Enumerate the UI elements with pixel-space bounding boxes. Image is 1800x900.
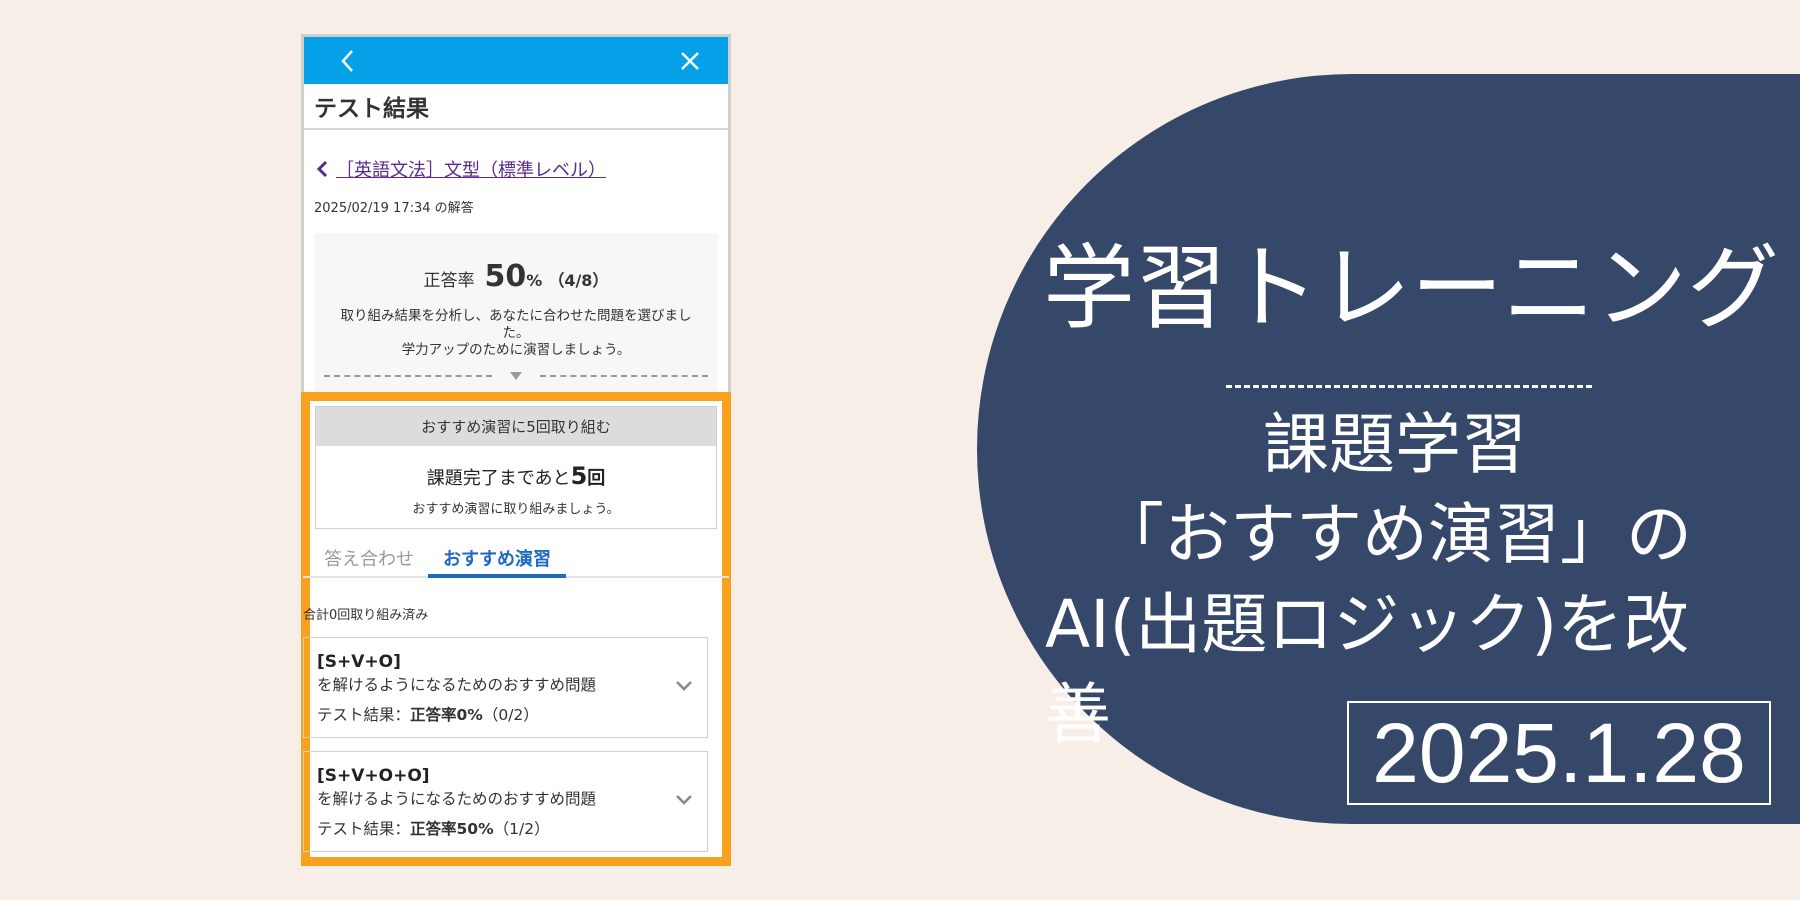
release-date: 2025.1.28 <box>1347 701 1771 805</box>
question-desc: を解けるようになるためのおすすめ問題 <box>317 790 597 808</box>
task-card: おすすめ演習に5回取り組む 課題完了まであと5回 おすすめ演習に取り組みましょう… <box>315 406 717 529</box>
result-value: 正答率50% <box>410 820 494 838</box>
close-button[interactable] <box>670 37 710 84</box>
result-count: （1/2） <box>493 820 550 838</box>
question-desc: を解けるようになるためのおすすめ問題 <box>317 676 597 694</box>
divider <box>324 371 708 381</box>
question-result: テスト結果：正答率50%（1/2） <box>317 817 707 839</box>
task-note: おすすめ演習に取り組みましょう。 <box>412 502 620 517</box>
total-done: 合計0回取り組み済み <box>303 608 429 623</box>
result-label: テスト結果： <box>317 706 411 724</box>
triangle-down-icon <box>510 372 522 380</box>
task-remaining-prefix: 課題完了まであと <box>426 468 571 489</box>
question-result: テスト結果：正答率0%（0/2） <box>317 703 707 725</box>
task-remaining-num: 5 <box>570 462 588 490</box>
breadcrumb: ［英語文法］文型（標準レベル） <box>316 157 728 181</box>
score-value: 50 <box>484 259 527 294</box>
hero-title: 学習トレーニング <box>1043 235 1780 342</box>
score-unit: % <box>526 271 543 290</box>
hero-sub-line2: 「おすすめ演習」の <box>1098 496 1692 573</box>
result-label: テスト結果： <box>317 820 411 838</box>
chevron-down-icon[interactable] <box>675 794 693 806</box>
app-top-bar <box>304 37 728 84</box>
screen-title: テスト結果 <box>304 84 728 130</box>
answered-timestamp: 2025/02/19 17:34 の解答 <box>314 201 474 216</box>
chevron-down-icon[interactable] <box>675 680 693 692</box>
tab-recommended[interactable]: おすすめ演習 <box>428 542 566 578</box>
close-icon <box>681 51 699 70</box>
hero-sub-line1: 課題学習 <box>1263 406 1527 483</box>
score-line: 正答率 50 % （4/8） <box>314 233 718 294</box>
tab-answer-check[interactable]: 答え合わせ <box>310 542 428 576</box>
tab-bar: 答え合わせ おすすめ演習 <box>303 542 729 578</box>
result-value: 正答率0% <box>410 706 483 724</box>
question-title: [S+V+O+O] <box>317 766 430 786</box>
chevron-left-icon <box>316 160 328 178</box>
highlight-panel: おすすめ演習に5回取り組む 課題完了まであと5回 おすすめ演習に取り組みましょう… <box>301 392 731 866</box>
result-count: （0/2） <box>482 706 539 724</box>
task-remaining-unit: 回 <box>587 468 606 489</box>
score-count: （4/8） <box>548 271 609 290</box>
score-summary: 正答率 50 % （4/8） 取り組み結果を分析し、あなたに合わせた問題を選びま… <box>314 233 718 403</box>
question-card[interactable]: [S+V+O+O] を解けるようになるためのおすすめ問題 テスト結果：正答率50… <box>303 751 708 852</box>
back-button[interactable] <box>328 37 368 84</box>
task-remaining: 課題完了まであと5回 <box>316 462 716 490</box>
score-label: 正答率 <box>423 271 475 291</box>
chevron-left-icon <box>341 49 353 72</box>
task-header: おすすめ演習に5回取り組む <box>316 407 716 446</box>
question-card[interactable]: [S+V+O] を解けるようになるためのおすすめ問題 テスト結果：正答率0%（0… <box>303 637 708 738</box>
hero-divider <box>1226 385 1592 388</box>
question-title: [S+V+O] <box>317 652 401 672</box>
score-message: 取り組み結果を分析し、あなたに合わせた問題を選びました。 学力アップのために演習… <box>340 308 692 358</box>
breadcrumb-link[interactable]: ［英語文法］文型（標準レベル） <box>336 156 606 182</box>
